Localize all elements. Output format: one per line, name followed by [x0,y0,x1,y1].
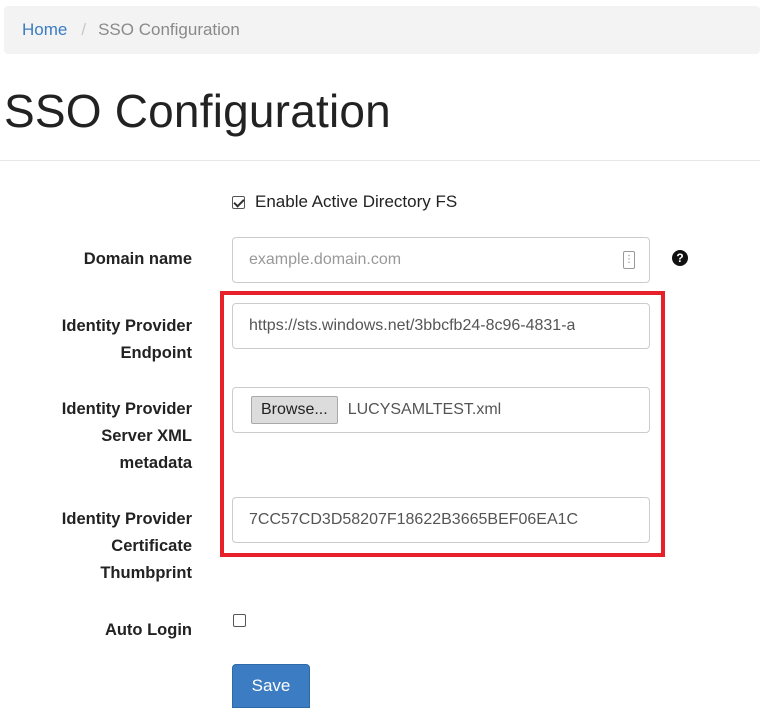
domain-name-label: Domain name [84,246,192,273]
idp-endpoint-label-line2: Endpoint [120,344,192,362]
enable-adfs-option[interactable]: Enable Active Directory FS [232,192,457,212]
enable-adfs-label: Enable Active Directory FS [255,192,458,211]
domain-name-placeholder: example.domain.com [249,251,402,268]
sso-configuration-page: Home / SSO Configuration SSO Configurati… [0,0,760,708]
idp-metadata-label: Identity Provider Server XML metadata [62,396,192,477]
breadcrumb-current: SSO Configuration [98,20,240,39]
title-divider [0,160,760,161]
auto-login-label: Auto Login [105,617,192,644]
idp-thumbprint-label-line3: Thumbprint [100,564,192,582]
auto-login-checkbox[interactable] [233,614,246,627]
idp-thumbprint-label-line1: Identity Provider [61,510,192,528]
idp-endpoint-label: Identity Provider Endpoint [62,313,192,367]
idp-metadata-label-line1: Identity Provider [61,400,192,418]
idp-metadata-label-line2: Server XML [101,427,192,445]
breadcrumb-home-link[interactable]: Home [22,20,67,40]
idp-endpoint-label-line1: Identity Provider [61,317,192,335]
page-title: SSO Configuration [4,85,391,137]
idp-metadata-label-line3: metadata [119,454,192,472]
auto-login-label-text: Auto Login [104,621,192,639]
idp-thumbprint-label-line2: Certificate [111,537,192,555]
save-button[interactable]: Save [232,664,310,708]
breadcrumb-separator: / [81,20,87,39]
help-icon[interactable]: ? [672,250,688,266]
domain-name-field[interactable]: example.domain.com ⋮ [232,237,650,283]
breadcrumb: Home / SSO Configuration [4,6,760,54]
domain-name-label-text: Domain name [83,250,192,268]
enable-adfs-checkbox[interactable] [232,195,245,209]
idp-thumbprint-label: Identity Provider Certificate Thumbprint [62,506,192,587]
highlight-box [220,291,665,557]
autofill-icon[interactable]: ⋮ [623,251,635,269]
